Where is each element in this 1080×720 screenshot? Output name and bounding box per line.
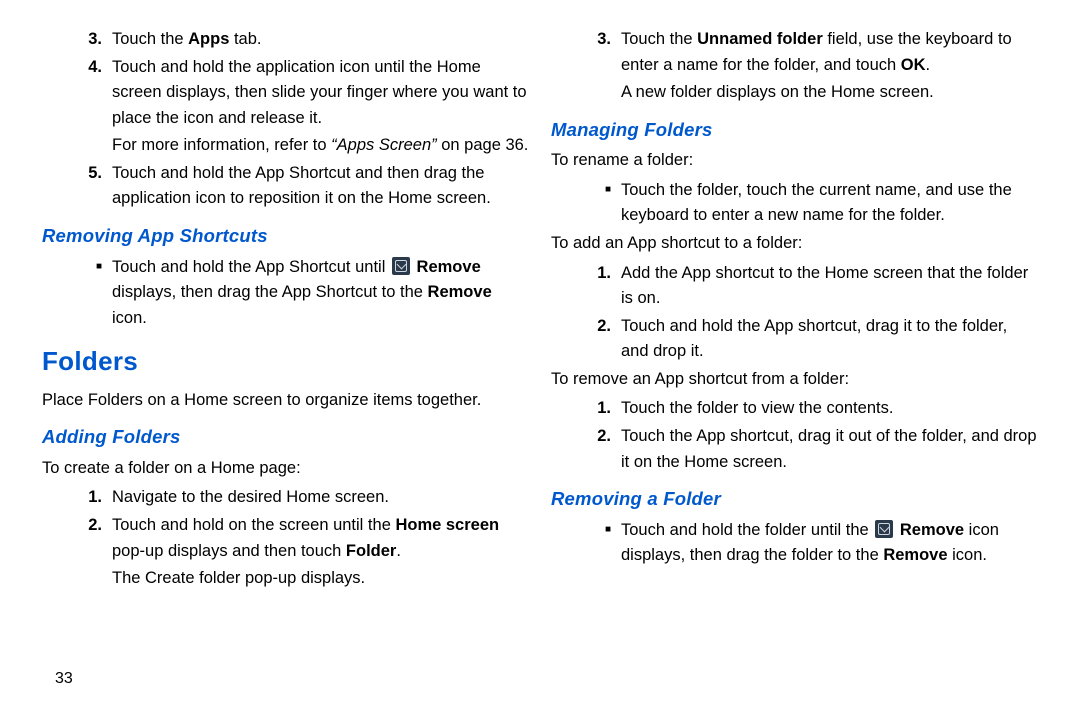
step-text: Add the App shortcut to the Home screen … bbox=[621, 261, 1038, 312]
step-4: 4. Touch and hold the application icon u… bbox=[42, 55, 529, 132]
heading-adding-folders: Adding Folders bbox=[42, 423, 529, 452]
step-text: Touch the Apps tab. bbox=[112, 27, 529, 53]
remshort-intro: To remove an App shortcut from a folder: bbox=[551, 367, 1038, 393]
bullet-marker: ■ bbox=[583, 518, 611, 569]
step-number: 3. bbox=[583, 27, 611, 78]
add-step-3: 3. Touch the Unnamed folder field, use t… bbox=[551, 27, 1038, 78]
bullet-marker: ■ bbox=[583, 178, 611, 229]
step-number: 2. bbox=[583, 314, 611, 365]
page-number: 33 bbox=[55, 667, 73, 692]
add-step-1: 1. Navigate to the desired Home screen. bbox=[42, 485, 529, 511]
adding-intro: To create a folder on a Home page: bbox=[42, 456, 529, 482]
add-step-3-note: A new folder displays on the Home screen… bbox=[621, 80, 1038, 106]
remshort-step-1: 1. Touch the folder to view the contents… bbox=[551, 396, 1038, 422]
left-column: 3. Touch the Apps tab. 4. Touch and hold… bbox=[42, 25, 529, 700]
step-number: 3. bbox=[74, 27, 102, 53]
step-text: Touch the App shortcut, drag it out of t… bbox=[621, 424, 1038, 475]
remove-icon bbox=[875, 520, 893, 538]
step-number: 1. bbox=[583, 261, 611, 312]
add-step-2-note: The Create folder pop-up displays. bbox=[112, 566, 529, 592]
bullet-text: Touch and hold the folder until the Remo… bbox=[621, 518, 1038, 569]
heading-removing-folder: Removing a Folder bbox=[551, 485, 1038, 514]
step-3: 3. Touch the Apps tab. bbox=[42, 27, 529, 53]
step-number: 5. bbox=[74, 161, 102, 212]
step-text: Touch the folder to view the contents. bbox=[621, 396, 1038, 422]
remshort-step-2: 2. Touch the App shortcut, drag it out o… bbox=[551, 424, 1038, 475]
step-number: 4. bbox=[74, 55, 102, 132]
bullet-marker: ■ bbox=[74, 255, 102, 332]
bullet-rename: ■ Touch the folder, touch the current na… bbox=[551, 178, 1038, 229]
step-text: Navigate to the desired Home screen. bbox=[112, 485, 529, 511]
step-text: Touch the Unnamed folder field, use the … bbox=[621, 27, 1038, 78]
step-5: 5. Touch and hold the App Shortcut and t… bbox=[42, 161, 529, 212]
step-number: 2. bbox=[74, 513, 102, 564]
step-text: Touch and hold the App Shortcut and then… bbox=[112, 161, 529, 212]
manual-page: 3. Touch the Apps tab. 4. Touch and hold… bbox=[0, 0, 1080, 720]
step-number: 1. bbox=[583, 396, 611, 422]
addshort-step-2: 2. Touch and hold the App shortcut, drag… bbox=[551, 314, 1038, 365]
step-text: Touch and hold on the screen until the H… bbox=[112, 513, 529, 564]
remove-icon bbox=[392, 257, 410, 275]
bullet-remove-shortcut: ■ Touch and hold the App Shortcut until … bbox=[42, 255, 529, 332]
heading-managing-folders: Managing Folders bbox=[551, 116, 1038, 145]
right-column: 3. Touch the Unnamed folder field, use t… bbox=[551, 25, 1038, 700]
step-number: 2. bbox=[583, 424, 611, 475]
addshort-intro: To add an App shortcut to a folder: bbox=[551, 231, 1038, 257]
rename-intro: To rename a folder: bbox=[551, 148, 1038, 174]
heading-removing-shortcuts: Removing App Shortcuts bbox=[42, 222, 529, 251]
step-4-note: For more information, refer to “Apps Scr… bbox=[112, 133, 529, 159]
bullet-remove-folder: ■ Touch and hold the folder until the Re… bbox=[551, 518, 1038, 569]
step-text: Touch and hold the App shortcut, drag it… bbox=[621, 314, 1038, 365]
step-number: 1. bbox=[74, 485, 102, 511]
add-step-2: 2. Touch and hold on the screen until th… bbox=[42, 513, 529, 564]
heading-folders: Folders bbox=[42, 341, 529, 381]
bullet-text: Touch and hold the App Shortcut until Re… bbox=[112, 255, 529, 332]
step-text: Touch and hold the application icon unti… bbox=[112, 55, 529, 132]
folders-intro: Place Folders on a Home screen to organi… bbox=[42, 388, 529, 414]
bullet-text: Touch the folder, touch the current name… bbox=[621, 178, 1038, 229]
addshort-step-1: 1. Add the App shortcut to the Home scre… bbox=[551, 261, 1038, 312]
